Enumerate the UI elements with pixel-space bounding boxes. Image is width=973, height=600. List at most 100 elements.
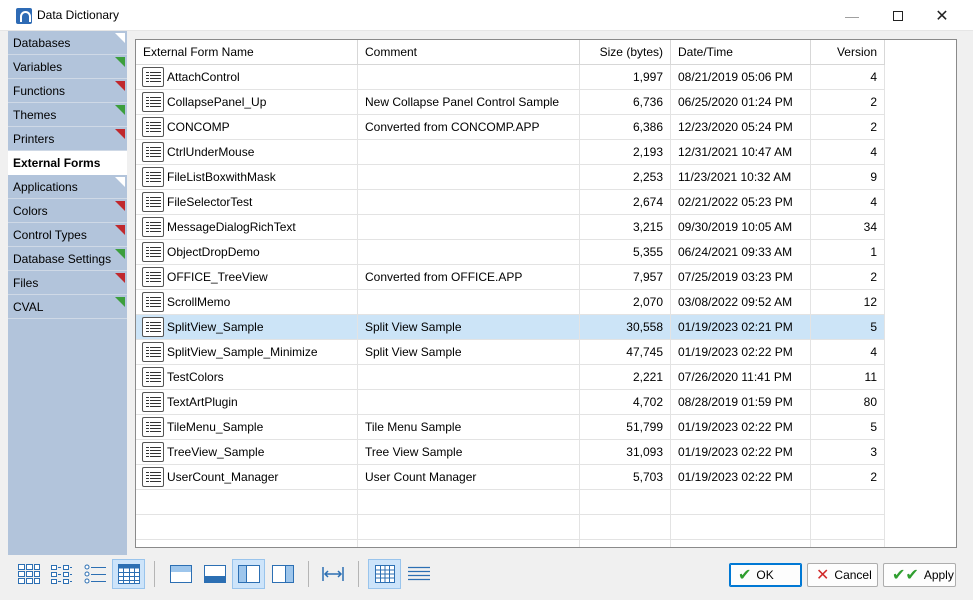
panel-left-button[interactable] <box>232 559 265 589</box>
sidebar-item-control-types[interactable]: Control Types <box>8 223 127 247</box>
version-cell-text: 2 <box>870 270 877 284</box>
datetime-cell: 07/25/2019 03:23 PM <box>671 265 811 290</box>
comment-cell-text: User Count Manager <box>365 470 477 484</box>
table-row[interactable]: UserCount_Manager User Count Manager 5,703… <box>136 465 885 490</box>
size-cell-text: 31,093 <box>626 445 663 459</box>
version-cell-text: 12 <box>863 295 877 309</box>
sidebar-item-printers[interactable]: Printers <box>8 127 127 151</box>
comment-cell: Split View Sample <box>358 315 580 340</box>
minimize-button[interactable]: — <box>829 0 875 31</box>
size-cell-text: 5,703 <box>632 470 663 484</box>
version-cell-text: 3 <box>870 445 877 459</box>
sidebar-item-files[interactable]: Files <box>8 271 127 295</box>
fit-width-button[interactable] <box>316 559 349 589</box>
table-row[interactable]: SplitView_Sample Split View Sample 30,558 0… <box>136 315 885 340</box>
form-icon <box>142 167 164 187</box>
sidebar-item-variables[interactable]: Variables <box>8 55 127 79</box>
version-cell-text: 2 <box>870 95 877 109</box>
table-row[interactable]: CtrlUnderMouse 2,193 12/31/2021 10:47 AM 4 <box>136 140 885 165</box>
datetime-cell-text: 08/21/2019 05:06 PM <box>678 70 793 84</box>
bottom-toolbar: ✔ OK ✕ Cancel ✔✔ Apply <box>8 557 965 593</box>
sidebar-item-applications[interactable]: Applications <box>8 175 127 199</box>
table-row[interactable]: FileListBoxwithMask 2,253 11/23/2021 10:32… <box>136 165 885 190</box>
form-name-cell: SplitView_Sample <box>136 315 358 340</box>
sidebar-item-external-forms[interactable]: External Forms <box>8 151 127 175</box>
table-row[interactable]: TileMenu_Sample Tile Menu Sample 51,799 01/… <box>136 415 885 440</box>
datetime-cell: 08/21/2019 05:06 PM <box>671 65 811 90</box>
column-header-size[interactable]: Size (bytes) <box>580 40 671 65</box>
status-marker-icon <box>115 153 125 163</box>
table-row[interactable]: OFFICE_TreeView Converted from OFFICE.APP… <box>136 265 885 290</box>
size-cell-text: 6,736 <box>632 95 663 109</box>
app-icon <box>16 8 32 24</box>
panel-bottom-button[interactable] <box>198 559 231 589</box>
details-view-icon <box>117 564 140 584</box>
row-lines-icon <box>407 566 430 581</box>
version-cell-text: 34 <box>863 220 877 234</box>
comment-cell <box>358 140 580 165</box>
table-row[interactable]: MessageDialogRichText 3,215 09/30/2019 10:… <box>136 215 885 240</box>
table-row[interactable]: FileSelectorTest 2,674 02/21/2022 05:23 PM… <box>136 190 885 215</box>
table-row[interactable]: SplitView_Sample_Minimize Split View Samp… <box>136 340 885 365</box>
large-icons-view-button[interactable] <box>12 559 45 589</box>
column-header-comment[interactable]: Comment <box>358 40 580 65</box>
table-row[interactable]: TextArtPlugin 4,702 08/28/2019 01:59 PM 80 <box>136 390 885 415</box>
form-name-cell-text: TileMenu_Sample <box>167 420 264 434</box>
size-cell: 47,745 <box>580 340 671 365</box>
small-icons-view-button[interactable] <box>44 559 77 589</box>
sidebar-item-themes[interactable]: Themes <box>8 103 127 127</box>
table-row[interactable]: ObjectDropDemo 5,355 06/24/2021 09:33 AM 1 <box>136 240 885 265</box>
ok-button[interactable]: ✔ OK <box>729 563 802 587</box>
table-row[interactable]: ScrollMemo 2,070 03/08/2022 09:52 AM 12 <box>136 290 885 315</box>
form-name-cell-text: CtrlUnderMouse <box>167 145 255 159</box>
grid-lines-icon <box>374 565 395 583</box>
row-lines-button[interactable] <box>402 559 435 589</box>
sidebar-item-database-settings[interactable]: Database Settings <box>8 247 127 271</box>
sidebar-item-databases[interactable]: Databases <box>8 31 127 55</box>
form-name-cell: ObjectDropDemo <box>136 240 358 265</box>
size-cell-text: 1,997 <box>632 70 663 84</box>
details-view-button[interactable] <box>112 559 145 589</box>
column-divider <box>357 65 358 547</box>
cancel-button[interactable]: ✕ Cancel <box>807 563 878 587</box>
table-row[interactable]: TreeView_Sample Tree View Sample 31,093 01/… <box>136 440 885 465</box>
column-header-name[interactable]: External Form Name <box>136 40 358 65</box>
datetime-cell: 06/25/2020 01:24 PM <box>671 90 811 115</box>
maximize-icon <box>893 10 903 21</box>
size-cell: 3,215 <box>580 215 671 240</box>
panel-right-button[interactable] <box>266 559 299 589</box>
table-row[interactable]: AttachControl 1,997 08/21/2019 05:06 PM 4 <box>136 65 885 90</box>
size-cell-text: 4,702 <box>632 395 663 409</box>
sidebar-item-cval[interactable]: CVAL <box>8 295 127 319</box>
size-cell-text: 2,674 <box>632 195 663 209</box>
sidebar-item-colors[interactable]: Colors <box>8 199 127 223</box>
panel-top-icon <box>169 565 192 583</box>
list-view-button[interactable] <box>78 559 111 589</box>
form-icon <box>142 92 164 112</box>
column-divider <box>884 65 885 547</box>
list-view-icon <box>84 564 106 584</box>
external-forms-grid[interactable]: External Form Name Comment Size (bytes) … <box>135 39 957 548</box>
column-header-version[interactable]: Version <box>811 40 885 65</box>
datetime-cell: 01/19/2023 02:22 PM <box>671 415 811 440</box>
apply-button[interactable]: ✔✔ Apply <box>883 563 956 587</box>
comment-cell: Tile Menu Sample <box>358 415 580 440</box>
panel-top-button[interactable] <box>164 559 197 589</box>
form-icon <box>142 342 164 362</box>
version-cell-text: 80 <box>863 395 877 409</box>
maximize-button[interactable] <box>875 0 921 31</box>
datetime-cell-text: 01/19/2023 02:22 PM <box>678 445 793 459</box>
table-row[interactable]: TestColors 2,221 07/26/2020 11:41 PM 11 <box>136 365 885 390</box>
form-name-cell-text: MessageDialogRichText <box>167 220 296 234</box>
close-button[interactable]: ✕ <box>919 0 965 31</box>
form-name-cell: CollapsePanel_Up <box>136 90 358 115</box>
size-cell: 2,070 <box>580 290 671 315</box>
table-row[interactable]: CONCOMP Converted from CONCOMP.APP 6,386 12… <box>136 115 885 140</box>
table-row[interactable]: CollapsePanel_Up New Collapse Panel Contr… <box>136 90 885 115</box>
sidebar-item-functions[interactable]: Functions <box>8 79 127 103</box>
form-name-cell: SplitView_Sample_Minimize <box>136 340 358 365</box>
column-header-datetime[interactable]: Date/Time <box>671 40 811 65</box>
fit-width-icon <box>321 567 344 581</box>
form-name-cell: TestColors <box>136 365 358 390</box>
grid-lines-button[interactable] <box>368 559 401 589</box>
